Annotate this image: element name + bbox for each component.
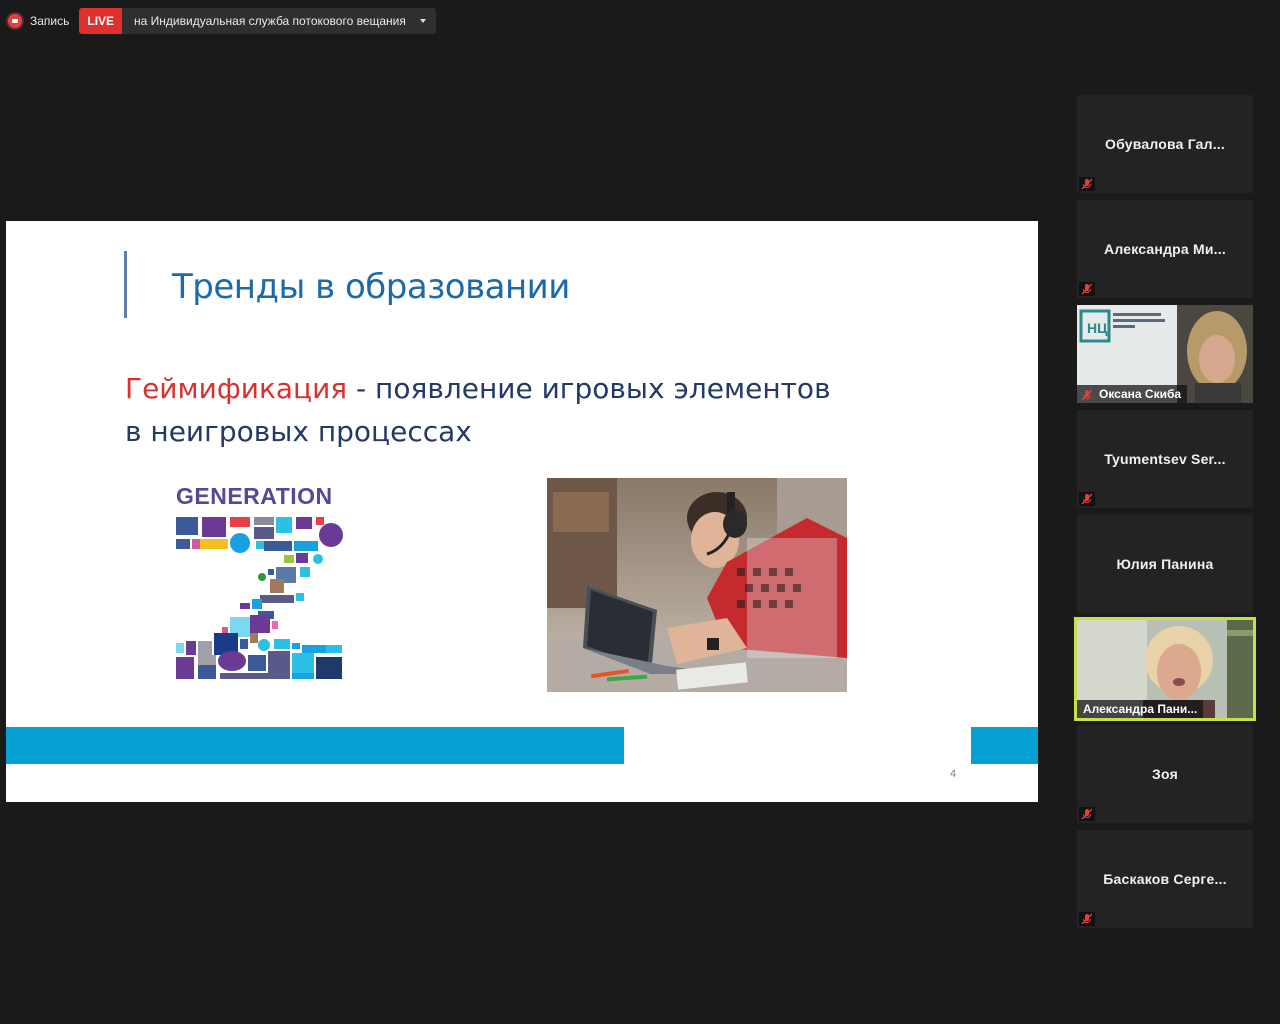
- record-icon[interactable]: [8, 14, 22, 28]
- participant-name: Оксана Скиба: [1099, 387, 1182, 401]
- mic-muted-icon: [1079, 388, 1095, 402]
- participant-name: Юлия Панина: [1116, 556, 1214, 572]
- slide-page-number: 4: [950, 768, 957, 780]
- shared-slide: Тренды в образовании Геймификация - появ…: [6, 221, 1038, 802]
- participant-name: Александра Ми...: [1104, 241, 1226, 257]
- generation-title: GENERATION: [176, 483, 333, 509]
- mic-muted-icon: [1079, 912, 1095, 926]
- live-badge: LIVE: [79, 8, 123, 34]
- live-stream-dropdown[interactable]: LIVE на Индивидуальная служба потокового…: [79, 8, 436, 34]
- participant-name: Александра Пани...: [1083, 702, 1198, 716]
- recording-status-bar: Запись LIVE на Индивидуальная служба пот…: [8, 8, 436, 34]
- participant-video-tile[interactable]: НЦ Оксана Скиба: [1077, 305, 1253, 403]
- slide-title: Тренды в образовании: [172, 267, 570, 307]
- participant-tile[interactable]: Зоя: [1077, 725, 1253, 823]
- footer-stripe-left: [6, 727, 624, 764]
- slide-body-text: Геймификация - появление игровых элемент…: [125, 367, 831, 453]
- participant-tile[interactable]: Tyumentsev Ser...: [1077, 410, 1253, 508]
- mic-muted-icon: [1079, 492, 1095, 506]
- live-service-label: на Индивидуальная служба потокового веща…: [134, 14, 406, 28]
- record-label[interactable]: Запись: [30, 14, 69, 28]
- svg-text:НЦ: НЦ: [1087, 320, 1108, 336]
- definition-line-1: - появление игровых элементов: [347, 372, 831, 405]
- mic-muted-icon: [1079, 177, 1095, 191]
- active-speaker-tile[interactable]: Александра Пани...: [1074, 617, 1256, 721]
- mic-muted-icon: [1079, 282, 1095, 296]
- participant-name: Зоя: [1152, 766, 1178, 782]
- participant-name-label: Александра Пани...: [1077, 700, 1204, 718]
- letter-z-mosaic: [176, 517, 343, 679]
- title-accent-bar: [124, 251, 127, 318]
- definition-line-2: в неигровых процессах: [125, 415, 472, 448]
- participant-name: Обувалова Гал...: [1104, 136, 1225, 152]
- mic-muted-icon: [1079, 807, 1095, 821]
- participant-name: Tyumentsev Ser...: [1104, 451, 1226, 467]
- participant-tile[interactable]: Баскаков Серге...: [1077, 830, 1253, 928]
- participant-name-label: Оксана Скиба: [1077, 385, 1188, 403]
- footer-stripe-right: [971, 727, 1038, 764]
- participant-tile[interactable]: Обувалова Гал...: [1077, 95, 1253, 193]
- accent-term: Геймификация: [125, 372, 348, 405]
- chevron-down-icon[interactable]: [419, 19, 426, 23]
- participant-tile[interactable]: Юлия Панина: [1077, 515, 1253, 613]
- participant-tile[interactable]: Александра Ми...: [1077, 200, 1253, 298]
- student-laptop-photo: [547, 478, 847, 692]
- generation-z-graphic: GENERATION: [176, 483, 346, 679]
- live-service-button[interactable]: на Индивидуальная служба потокового веща…: [122, 8, 436, 34]
- participant-name: Баскаков Серге...: [1103, 871, 1227, 887]
